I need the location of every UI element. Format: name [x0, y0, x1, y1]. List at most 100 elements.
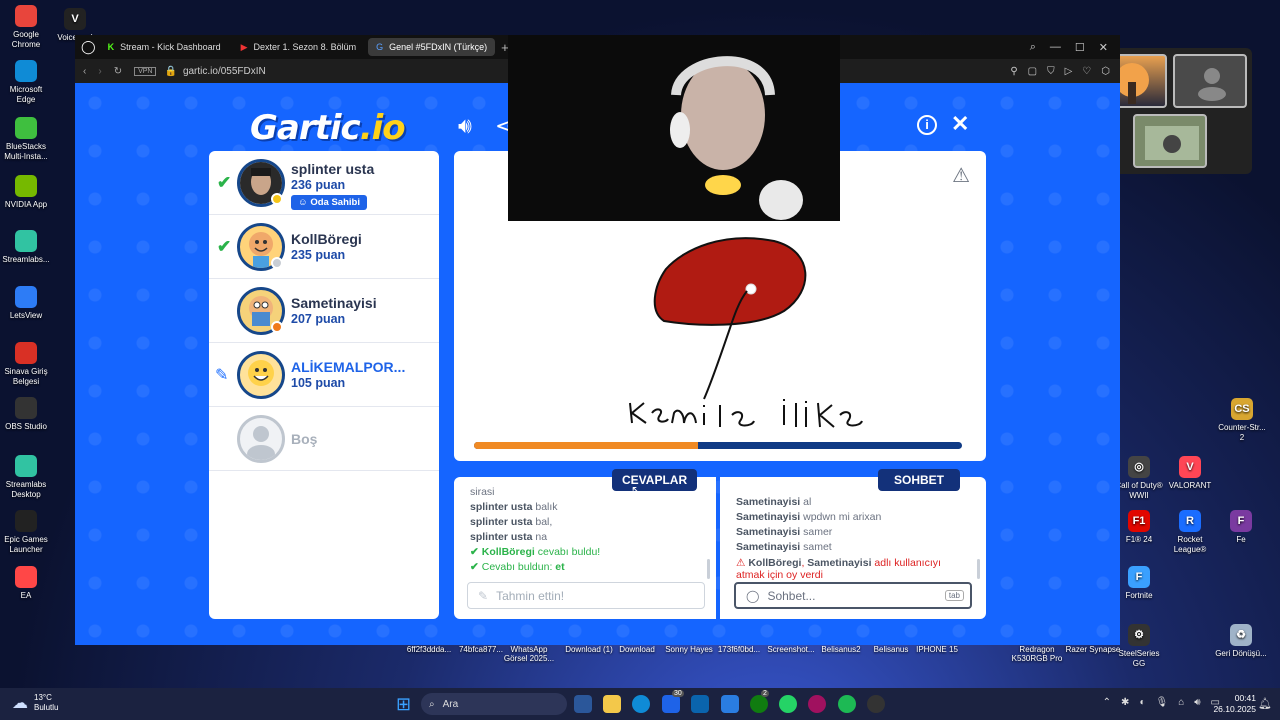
- store-icon[interactable]: [721, 695, 739, 713]
- tab-kick[interactable]: K Stream - Kick Dashboard: [100, 38, 229, 56]
- headset-icon[interactable]: ◐: [1139, 697, 1145, 708]
- desktop-icon[interactable]: Streamlabs Desktop: [0, 455, 52, 500]
- clock[interactable]: 00:41 26.10.2025: [1213, 693, 1256, 715]
- back-icon[interactable]: ‹: [83, 66, 86, 77]
- desktop-file-label[interactable]: 173f6f0bd...: [710, 645, 768, 654]
- video-tile-2[interactable]: [1173, 54, 1247, 108]
- answers-tab[interactable]: CEVAPLAR: [612, 469, 698, 491]
- search-icon[interactable]: ⌕: [1030, 41, 1036, 54]
- close-window-icon[interactable]: ✕: [1099, 41, 1108, 54]
- spotify-icon[interactable]: [838, 695, 856, 713]
- guess-input[interactable]: ✎ Tahmin ettin!: [467, 582, 705, 609]
- snapshot-icon[interactable]: ▢: [1028, 66, 1037, 77]
- desktop-icon[interactable]: EA: [0, 566, 52, 601]
- list-item: Sametinayisi al: [736, 495, 966, 510]
- scrollbar[interactable]: [977, 559, 980, 579]
- whatsapp-icon[interactable]: [779, 695, 797, 713]
- desktop-icon[interactable]: Streamlabs...: [0, 230, 52, 265]
- gartic-logo[interactable]: Gartic.io: [250, 108, 406, 148]
- desktop-icon-fortnite[interactable]: F Fortnite: [1113, 566, 1165, 601]
- desktop-file-label[interactable]: Download: [608, 645, 666, 654]
- outlook-icon[interactable]: [691, 695, 709, 713]
- pin-icon[interactable]: ⚲: [1010, 66, 1017, 77]
- extensions-icon[interactable]: ⬡: [1101, 66, 1110, 77]
- chevron-up-icon[interactable]: ⌃: [1103, 697, 1111, 708]
- sound-icon[interactable]: 🔊︎: [458, 113, 472, 139]
- message-user: Sametinayisi: [807, 557, 872, 569]
- desktop-icon-label: Fe: [1236, 535, 1246, 544]
- answers-panel: sirasi splinter usta balık splinter usta…: [454, 477, 716, 619]
- desktop-file-label[interactable]: 6ff2f3ddda...: [400, 645, 458, 654]
- url-field[interactable]: gartic.io/055FDxIN: [183, 66, 266, 77]
- close-icon[interactable]: ✕: [951, 111, 969, 137]
- desktop-icon[interactable]: Microsoft Edge: [0, 60, 52, 105]
- chat-panel: Sametinayisi al Sametinayisi wpdwn mi ar…: [720, 477, 986, 619]
- search-box[interactable]: ⌕ Ara: [421, 693, 567, 715]
- desktop-icon-fe[interactable]: F Fe: [1215, 510, 1267, 545]
- player-row[interactable]: ✔ splinter usta 236 puan ☺ Oda Sahibi: [209, 151, 439, 215]
- message-user: splinter usta: [470, 531, 533, 543]
- video-tile-3[interactable]: [1133, 114, 1207, 168]
- weather-widget[interactable]: ☁ 13°C Bulutlu: [12, 693, 58, 713]
- search-placeholder: Ara: [442, 698, 459, 710]
- minimize-icon[interactable]: —: [1050, 41, 1061, 54]
- xbox-icon[interactable]: [750, 695, 768, 713]
- teams-icon[interactable]: [662, 695, 680, 713]
- microphone-icon[interactable]: 🎙︎: [1155, 697, 1168, 708]
- forward-icon[interactable]: ›: [98, 66, 101, 77]
- reload-icon[interactable]: ↻: [114, 66, 122, 77]
- desktop-icon[interactable]: OBS Studio: [0, 397, 52, 432]
- desktop-file-label[interactable]: IPHONE 15: [908, 645, 966, 654]
- desktop-icon-rocket-league[interactable]: R Rocket League®: [1164, 510, 1216, 555]
- desktop-file-label[interactable]: Razer Synapse: [1064, 645, 1122, 654]
- desktop-icon[interactable]: Sinava Giriş Belgesi: [0, 342, 52, 387]
- player-row[interactable]: ✎ ALİKEMALPOR... 105 puan: [209, 343, 439, 407]
- opera-logo-icon[interactable]: ◯: [81, 39, 96, 55]
- info-icon[interactable]: i: [917, 115, 937, 135]
- maximize-icon[interactable]: ☐: [1075, 41, 1085, 54]
- network-icon[interactable]: ⌂: [1178, 697, 1184, 708]
- desktop-icon-recycle-bin[interactable]: ♻ Geri Dönüşü...: [1215, 624, 1267, 659]
- desktop-icon-cod[interactable]: ◎ Call of Duty® WWII: [1113, 456, 1165, 501]
- player-row[interactable]: ✔ KollBöregi 235 puan: [209, 215, 439, 279]
- edge-icon[interactable]: [632, 695, 650, 713]
- chat-input[interactable]: ◯ Sohbet... tab: [734, 582, 972, 609]
- vpn-badge[interactable]: VPN: [134, 66, 157, 76]
- desktop-icon[interactable]: Epic Games Launcher: [0, 510, 52, 555]
- desktop-icon-valorant[interactable]: V VALORANT: [1164, 456, 1216, 491]
- desktop-file-label[interactable]: Redragon K530RGB Pro: [1008, 645, 1066, 663]
- scrollbar[interactable]: [707, 559, 710, 579]
- task-view-icon[interactable]: [574, 695, 592, 713]
- bell-icon[interactable]: 🔔︎: [1258, 697, 1272, 710]
- user-placeholder-icon: [1198, 68, 1226, 101]
- desktop-icon[interactable]: BlueStacks Multi-Insta...: [0, 117, 52, 162]
- start-button[interactable]: ⊞: [396, 694, 411, 715]
- desktop-icon-label: Streamlabs...: [2, 255, 50, 264]
- heart-icon[interactable]: ♡: [1082, 66, 1091, 77]
- tab-dexter[interactable]: ▶ Dexter 1. Sezon 8. Bölüm: [233, 38, 364, 56]
- status-dot: [271, 193, 283, 205]
- bluetooth-icon[interactable]: ✱: [1121, 697, 1129, 708]
- player-icon[interactable]: ▷: [1065, 66, 1073, 77]
- volume-icon[interactable]: 🔊︎: [1194, 697, 1200, 708]
- desktop-icon-f1[interactable]: F1 F1® 24: [1113, 510, 1165, 545]
- player-row[interactable]: Sametinayisi 207 puan: [209, 279, 439, 343]
- chat-tab[interactable]: SOHBET: [878, 469, 961, 491]
- message-user: splinter usta: [470, 516, 533, 528]
- desktop-icon-cs2[interactable]: CS Counter-Str... 2: [1215, 398, 1269, 443]
- opera-icon[interactable]: [808, 695, 826, 713]
- desktop-icon[interactable]: Google Chrome: [0, 5, 52, 50]
- empty-slot[interactable]: Boş: [209, 407, 439, 471]
- desktop-file-label[interactable]: WhatsApp Görsel 2025...: [500, 645, 558, 663]
- list-item: ✔ Cevabı buldun: et: [470, 560, 700, 575]
- file-explorer-icon[interactable]: [603, 695, 621, 713]
- desktop-icon[interactable]: NVIDIA App: [0, 175, 52, 210]
- player-score: 105 puan: [291, 376, 346, 390]
- steelseries-icon[interactable]: [867, 695, 885, 713]
- tab-gartic[interactable]: G Genel #5FDxIN (Türkçe): [368, 38, 496, 56]
- desktop-icon[interactable]: LetsView: [0, 286, 52, 321]
- shield-icon[interactable]: ⛉: [1047, 66, 1055, 77]
- tab-hint: tab: [944, 590, 964, 601]
- tab-label: Genel #5FDxIN (Türkçe): [389, 42, 488, 52]
- check-icon: ✔: [470, 561, 479, 573]
